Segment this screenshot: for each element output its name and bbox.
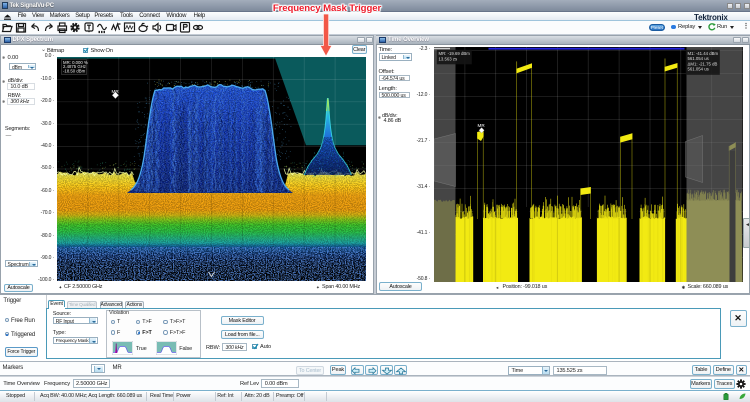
svg-text:-18.50 dBm: -18.50 dBm [63, 69, 86, 74]
svg-text:561.054 us: 561.054 us [687, 66, 708, 71]
svg-text:MR: -19.69 dBm: MR: -19.69 dBm [438, 51, 470, 56]
svg-text:MR: MR [477, 123, 485, 128]
svg-text:13.563 zs: 13.563 zs [438, 56, 457, 61]
